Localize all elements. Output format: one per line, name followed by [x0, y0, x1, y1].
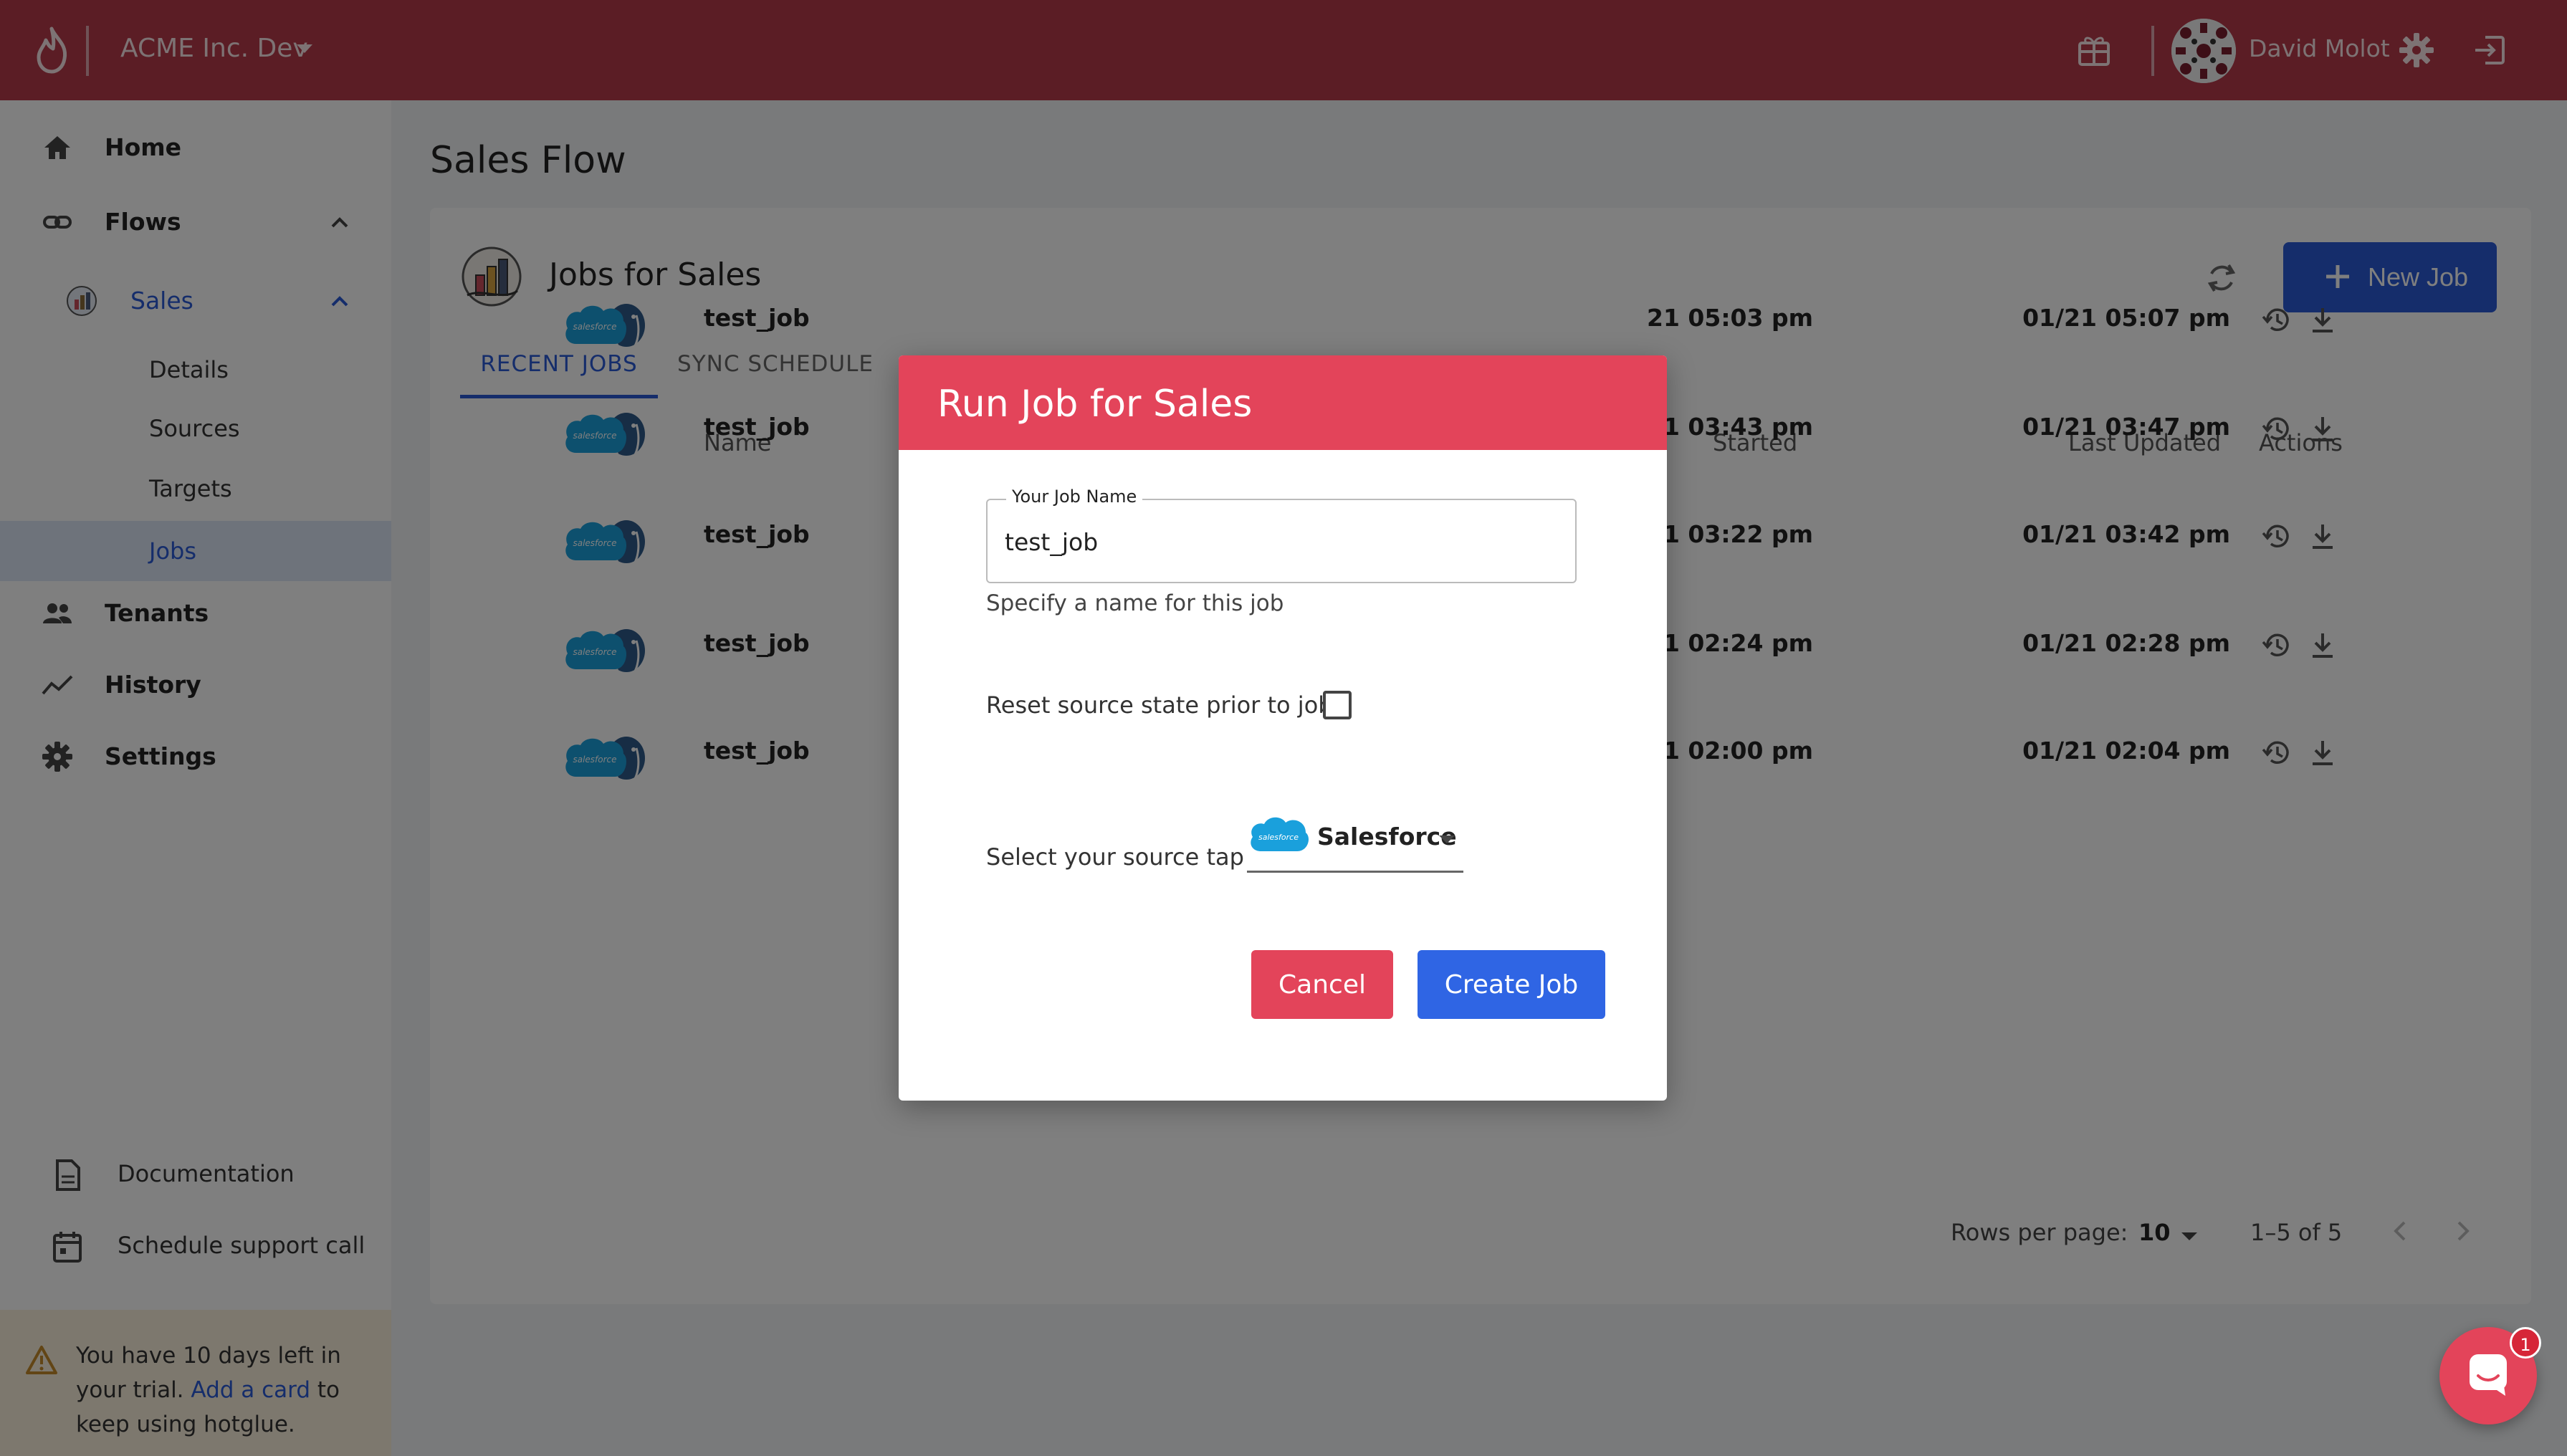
job-name-label: Your Job Name: [1006, 484, 1143, 509]
reset-state-label: Reset source state prior to job: [986, 691, 1333, 719]
run-job-dialog: Run Job for Sales Your Job Name Specify …: [899, 355, 1667, 1101]
source-tap-value: Salesforce: [1317, 823, 1457, 851]
job-name-help: Specify a name for this job: [986, 590, 1284, 616]
reset-state-checkbox[interactable]: [1323, 691, 1352, 719]
create-job-button[interactable]: Create Job: [1418, 950, 1605, 1019]
cancel-button[interactable]: Cancel: [1251, 950, 1393, 1019]
notification-badge: 1: [2510, 1327, 2541, 1359]
job-name-input[interactable]: [1005, 525, 1549, 559]
source-tap-label: Select your source tap: [986, 843, 1244, 871]
source-tap-select[interactable]: salesforce Salesforce: [1247, 811, 1463, 873]
chat-icon: [2470, 1354, 2507, 1396]
dialog-title: Run Job for Sales: [937, 383, 1253, 426]
salesforce-logo-text: salesforce: [1258, 833, 1299, 842]
dialog-header: Run Job for Sales: [899, 355, 1667, 450]
salesforce-logo-icon: salesforce: [1251, 817, 1309, 851]
caret-down-icon: [1439, 835, 1455, 843]
